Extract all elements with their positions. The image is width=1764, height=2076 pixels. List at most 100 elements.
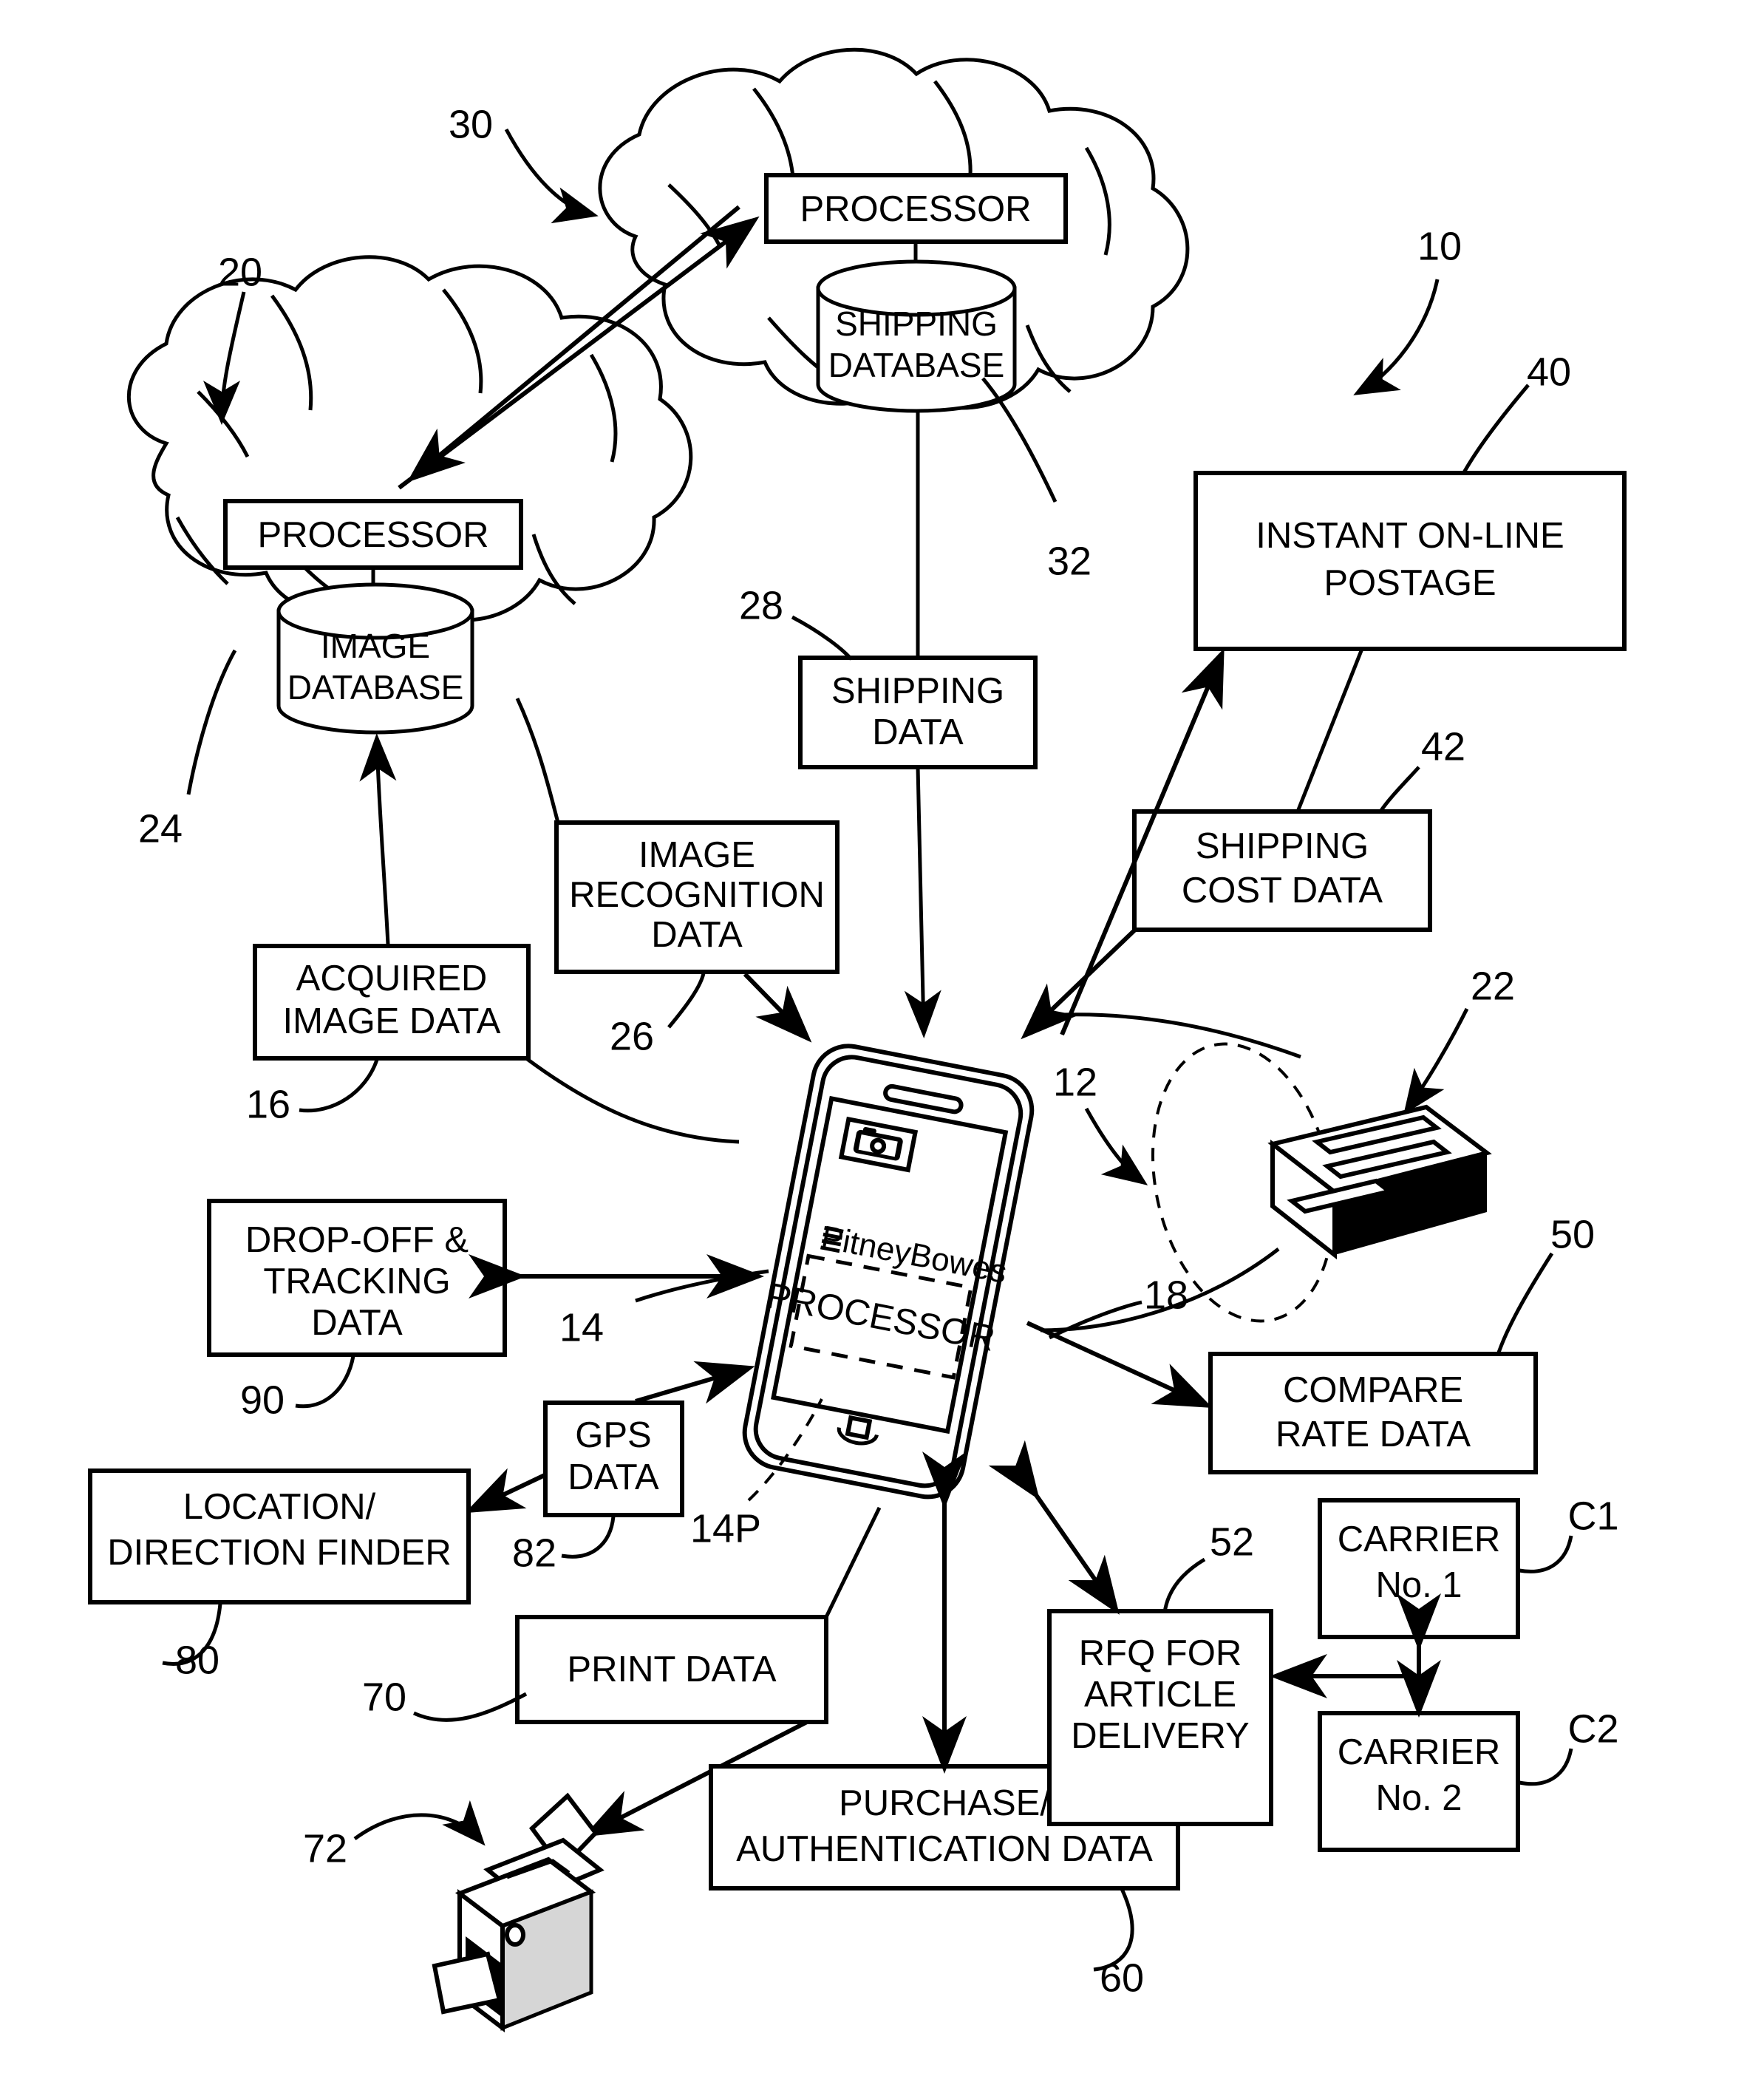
arrow-device-to-compare-rate	[1026, 1321, 1213, 1408]
shipping-cloud-processor-box: PROCESSOR	[764, 173, 1068, 244]
carrier1-label-line1: CARRIER	[1338, 1519, 1501, 1559]
mobile-device[interactable]: PitneyBowes PROCESSOR	[735, 1039, 1044, 1504]
image-recognition-label-line2: RECOGNITION	[569, 875, 825, 915]
ref-30-leader: 30	[449, 102, 599, 224]
ref-52-label: 52	[1210, 1519, 1254, 1564]
arrow-shipping-data-to-device	[904, 766, 941, 1038]
ref-c1-leader: C1	[1519, 1494, 1619, 1573]
purchase-auth-label-line1: PURCHASE/	[839, 1783, 1050, 1823]
ref-26-leader: 26	[610, 973, 706, 1058]
parcel-package-icon	[1267, 1104, 1492, 1260]
shipping-data-label-line2: DATA	[872, 712, 964, 752]
arrow-gps-to-location-finder	[465, 1468, 546, 1514]
ref-14-label: 14	[559, 1305, 604, 1350]
ref-90-label: 90	[240, 1378, 285, 1422]
print-data-label: PRINT DATA	[567, 1650, 776, 1689]
ref-42-label: 42	[1421, 724, 1465, 769]
location-direction-finder-box: LOCATION/ DIRECTION FINDER	[88, 1468, 471, 1604]
image-recognition-label-line1: IMAGE	[638, 835, 755, 875]
ref-32-leader: 32	[981, 377, 1092, 583]
arrow-acquired-image-to-database	[359, 733, 397, 945]
ref-70-label: 70	[362, 1675, 406, 1719]
ref-10-label: 10	[1417, 224, 1462, 268]
ref-14p-label: 14P	[690, 1506, 761, 1551]
shipping-database-label-line2: DATABASE	[828, 346, 1005, 384]
ref-c2-leader: C2	[1519, 1706, 1619, 1786]
purchase-auth-label-line2: AUTHENTICATION DATA	[736, 1829, 1153, 1869]
compare-rate-label-line1: COMPARE	[1283, 1370, 1463, 1410]
ref-24-label: 24	[138, 806, 183, 851]
ref-22-leader: 22	[1403, 964, 1515, 1115]
instant-postage-label-line2: POSTAGE	[1324, 563, 1496, 603]
print-data-box: PRINT DATA	[515, 1615, 828, 1724]
ref-42-leader: 42	[1378, 724, 1465, 813]
compare-rate-label-line2: RATE DATA	[1276, 1415, 1471, 1454]
image-recognition-label-line3: DATA	[651, 915, 743, 955]
ref-60-label: 60	[1100, 1956, 1144, 2000]
ref-82-leader: 82	[512, 1516, 616, 1575]
dropoff-tracking-data-box: DROP-OFF & TRACKING DATA	[207, 1199, 507, 1357]
ref-80-leader: 80	[162, 1603, 222, 1682]
carrier-two-box: CARRIER No. 2	[1318, 1711, 1520, 1852]
rfq-label-line1: RFQ FOR	[1079, 1633, 1242, 1673]
carrier2-label-line2: No. 2	[1375, 1778, 1462, 1818]
shipping-cloud-processor-label: PROCESSOR	[800, 189, 1031, 229]
gps-data-box: GPS DATA	[543, 1401, 684, 1517]
postage-to-cost-data-connector	[1295, 648, 1364, 812]
figure-artwork: PROCESSOR SHIPPING DATABASE 30 32 PROCES…	[88, 47, 1627, 2033]
compare-rate-data-box: COMPARE RATE DATA	[1208, 1352, 1538, 1474]
carrier1-label-line2: No. 1	[1375, 1565, 1462, 1605]
arrow-recognition-data-to-device	[743, 972, 812, 1043]
device-to-acquired-image-connector	[525, 1056, 740, 1144]
ref-40-label: 40	[1527, 350, 1571, 394]
ref-10-leader: 10	[1353, 224, 1462, 395]
ref-24-leader: 24	[138, 649, 237, 851]
ref-40-leader: 40	[1461, 350, 1571, 475]
image-database-cylinder: IMAGE DATABASE	[276, 582, 474, 735]
ref-28-label: 28	[739, 583, 783, 627]
ref-c2-label: C2	[1567, 1706, 1618, 1751]
gps-label-line2: DATA	[568, 1457, 659, 1497]
ref-80-label: 80	[175, 1638, 219, 1682]
shipping-database-cylinder: SHIPPING DATABASE	[816, 259, 1017, 413]
image-recognition-data-box: IMAGE RECOGNITION DATA	[554, 820, 840, 974]
acquired-image-data-box: ACQUIRED IMAGE DATA	[253, 944, 531, 1061]
dropoff-label-line2: TRACKING	[263, 1262, 450, 1301]
ref-26-label: 26	[610, 1014, 654, 1058]
carrier-one-box: CARRIER No. 1	[1318, 1498, 1520, 1639]
ref-30-label: 30	[449, 102, 493, 146]
location-finder-label-line2: DIRECTION FINDER	[107, 1533, 452, 1573]
ref-12-leader: 12	[1053, 1060, 1148, 1185]
ref-c1-label: C1	[1567, 1494, 1618, 1538]
ref-72-label: 72	[303, 1826, 347, 1871]
rfq-label-line3: DELIVERY	[1071, 1716, 1249, 1756]
dropoff-label-line3: DATA	[311, 1303, 403, 1343]
instant-postage-label-line1: INSTANT ON-LINE	[1256, 516, 1564, 556]
image-database-label-line1: IMAGE	[321, 627, 430, 665]
ref-90-leader: 90	[240, 1355, 355, 1422]
ref-12-label: 12	[1053, 1060, 1097, 1104]
image-cloud-processor-label: PROCESSOR	[257, 515, 488, 555]
rfq-label-line2: ARTICLE	[1084, 1675, 1236, 1715]
rfq-article-delivery-box: RFQ FOR ARTICLE DELIVERY	[1047, 1609, 1273, 1826]
patent-figure-sheet: PROCESSOR SHIPPING DATABASE 30 32 PROCES…	[0, 0, 1764, 2076]
image-db-to-recognition-connector	[515, 697, 560, 823]
ref-16-label: 16	[246, 1082, 290, 1126]
ref-20-label: 20	[218, 250, 262, 294]
acquired-image-label-line2: IMAGE DATA	[283, 1001, 501, 1041]
shipping-data-box: SHIPPING DATA	[798, 656, 1038, 769]
carrier2-label-line1: CARRIER	[1338, 1732, 1501, 1772]
ref-50-leader: 50	[1496, 1212, 1595, 1353]
dropoff-label-line1: DROP-OFF &	[245, 1220, 469, 1260]
ref-16-leader: 16	[246, 1059, 379, 1126]
ref-22-label: 22	[1471, 964, 1515, 1008]
arrow-gps-to-device	[635, 1361, 755, 1404]
acquired-image-label-line1: ACQUIRED	[296, 959, 488, 998]
shipping-cost-label-line2: COST DATA	[1182, 871, 1383, 911]
instant-online-postage-box: INSTANT ON-LINE POSTAGE	[1193, 471, 1627, 651]
shipping-cost-data-box: SHIPPING COST DATA	[1132, 809, 1432, 932]
ref-28-leader: 28	[739, 583, 853, 661]
ref-60-leader: 60	[1093, 1888, 1144, 2000]
device-to-print-data-connector	[824, 1506, 882, 1619]
ref-52-leader: 52	[1162, 1519, 1254, 1613]
